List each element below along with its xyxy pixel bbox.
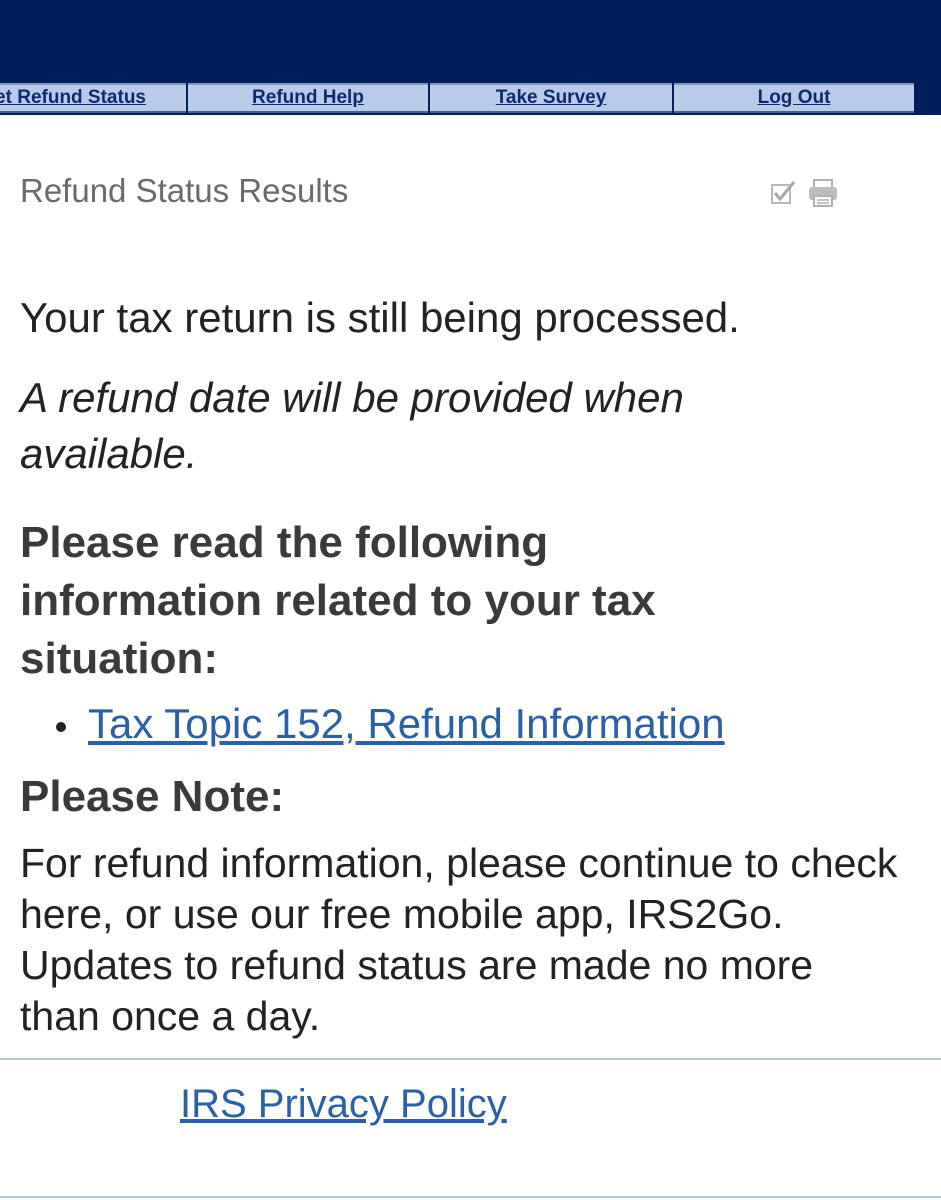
- info-heading: Please read the following information re…: [20, 518, 656, 683]
- bullet-icon: [56, 721, 66, 732]
- page-tools: [768, 176, 844, 210]
- refund-date-note: A refund date will be provided when avai…: [20, 374, 684, 477]
- page-title: Refund Status Results: [20, 172, 349, 209]
- print-icon[interactable]: [809, 179, 837, 207]
- nav-tabbar: Get Refund Status Refund Help Take Surve…: [0, 80, 941, 116]
- list-item: Tax Topic 152, Refund Information: [20, 700, 725, 748]
- divider: [0, 1196, 941, 1198]
- checkmark-icon[interactable]: [771, 181, 796, 204]
- privacy-policy-link[interactable]: IRS Privacy Policy: [180, 1082, 507, 1127]
- status-message: Your tax return is still being processed…: [20, 294, 740, 341]
- topic-list: Tax Topic 152, Refund Information: [20, 700, 725, 748]
- divider: [0, 1058, 941, 1060]
- tax-topic-link[interactable]: Tax Topic 152, Refund Information: [88, 700, 725, 747]
- note-heading: Please Note:: [20, 772, 285, 821]
- note-body: For refund information, please continue …: [20, 840, 898, 1039]
- tab-refund-help[interactable]: Refund Help: [188, 83, 428, 113]
- tab-take-survey[interactable]: Take Survey: [430, 83, 672, 113]
- tab-get-refund-status-link[interactable]: Get Refund Status: [0, 87, 146, 108]
- tab-log-out[interactable]: Log Out: [674, 83, 914, 113]
- tab-refund-help-link[interactable]: Refund Help: [252, 87, 364, 108]
- tab-log-out-link[interactable]: Log Out: [758, 87, 831, 108]
- tab-get-refund-status[interactable]: Get Refund Status: [0, 83, 186, 113]
- tab-take-survey-link[interactable]: Take Survey: [496, 87, 607, 108]
